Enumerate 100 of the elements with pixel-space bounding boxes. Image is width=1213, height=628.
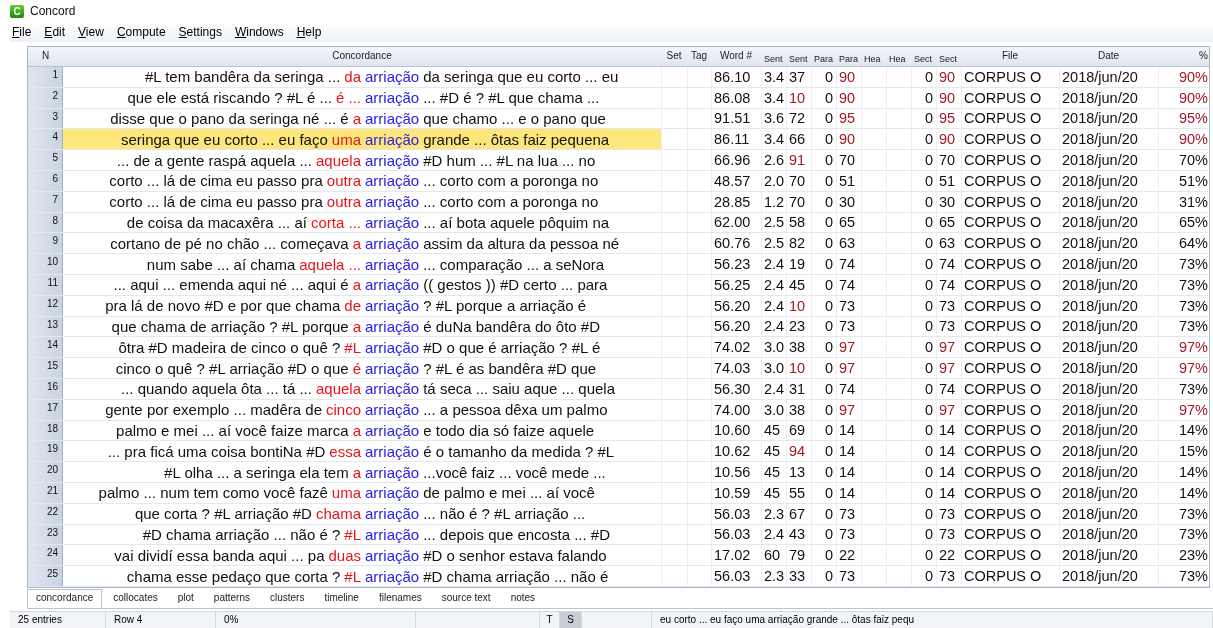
column-header[interactable]: % bbox=[1158, 47, 1211, 66]
table-cell: 13 bbox=[786, 462, 811, 482]
table-cell: 3.0 bbox=[761, 337, 786, 358]
table-cell: 90% bbox=[1158, 67, 1211, 87]
tab[interactable]: concordance bbox=[27, 588, 103, 608]
context-text: ...você faiz ... você mede ... bbox=[423, 463, 606, 481]
table-cell: CORPUS O bbox=[961, 482, 1059, 503]
table-cell: 2018/jun/20 bbox=[1059, 254, 1158, 274]
tab[interactable]: plot bbox=[168, 588, 203, 608]
table-cell: 56.20 bbox=[711, 316, 761, 337]
column-header[interactable]: Sect bbox=[936, 47, 961, 66]
context-text: ... corto com a poronga no bbox=[423, 193, 599, 211]
row-number: 18 bbox=[28, 420, 63, 441]
table-cell: 73 bbox=[836, 566, 861, 586]
table-cell: 0 bbox=[811, 399, 836, 420]
table-cell: 22 bbox=[936, 545, 961, 566]
context-text: #D hum ... #L na lua ... no bbox=[423, 151, 596, 169]
column-header[interactable]: File bbox=[961, 47, 1059, 66]
table-cell: CORPUS O bbox=[961, 566, 1059, 586]
table-cell: 0 bbox=[811, 233, 836, 254]
column-header[interactable]: Hea bbox=[886, 47, 911, 66]
table-cell: 56.03 bbox=[711, 524, 761, 545]
table-cell: 0 bbox=[811, 524, 836, 545]
search-word: arriação bbox=[365, 401, 420, 419]
tab[interactable]: collocates bbox=[104, 588, 167, 608]
table-cell: 0 bbox=[911, 129, 936, 150]
menu-item[interactable]: Settings bbox=[178, 25, 222, 39]
menu-item[interactable]: Windows bbox=[234, 25, 284, 39]
table-cell: 10 bbox=[786, 295, 811, 316]
table-cell: 14 bbox=[936, 462, 961, 482]
collocate-word: aquela ... bbox=[299, 255, 361, 273]
menu-item[interactable]: Compute bbox=[116, 25, 166, 39]
table-cell: 2.5 bbox=[761, 212, 786, 233]
column-header[interactable]: N bbox=[28, 47, 63, 66]
table-cell: 37 bbox=[786, 67, 811, 87]
context-text: gente por exemplo ... madêra de bbox=[105, 401, 322, 419]
row-number: 14 bbox=[28, 337, 63, 358]
table-cell: 58 bbox=[786, 212, 811, 233]
table-cell: 65 bbox=[936, 212, 961, 233]
column-header[interactable]: Set bbox=[661, 47, 687, 66]
table-cell: 0 bbox=[911, 212, 936, 233]
collocate-word: outra bbox=[326, 193, 361, 211]
row-number: 6 bbox=[28, 171, 63, 191]
table-cell: 0 bbox=[911, 462, 936, 482]
table-cell: 10.60 bbox=[711, 420, 761, 441]
column-header[interactable]: Date bbox=[1059, 47, 1158, 66]
tab[interactable]: clusters bbox=[261, 588, 314, 608]
table-cell: 2018/jun/20 bbox=[1059, 150, 1158, 170]
context-text: ... de a gente raspá aquela ... bbox=[116, 151, 312, 169]
table-cell: 90% bbox=[1158, 87, 1211, 108]
column-header[interactable]: Para bbox=[811, 47, 836, 66]
table-cell: 10 bbox=[786, 358, 811, 378]
table-cell: 90 bbox=[836, 129, 861, 150]
row-number: 15 bbox=[28, 358, 63, 378]
table-cell: CORPUS O bbox=[961, 171, 1059, 191]
table-cell: 0 bbox=[911, 420, 936, 441]
collocate-word: uma bbox=[331, 484, 361, 502]
search-word: arriação bbox=[365, 68, 420, 86]
tab[interactable]: source text bbox=[432, 588, 500, 608]
toggle-button[interactable]: S bbox=[560, 611, 582, 628]
column-header[interactable]: Sent bbox=[761, 47, 786, 66]
table-cell: CORPUS O bbox=[961, 212, 1059, 233]
search-word: arriação bbox=[365, 317, 420, 335]
search-word: arriação bbox=[365, 110, 420, 127]
table-cell: 10.56 bbox=[711, 462, 761, 482]
tab[interactable]: patterns bbox=[204, 588, 259, 608]
context-text: #D o senhor estava falando bbox=[423, 546, 607, 564]
table-cell: 65% bbox=[1158, 212, 1211, 233]
tab[interactable]: notes bbox=[501, 588, 545, 608]
table-cell: 73 bbox=[836, 316, 861, 337]
column-header[interactable]: Concordance bbox=[63, 47, 661, 66]
menu-item[interactable]: File bbox=[12, 25, 32, 39]
context-text: cinco o quê ? #L arriação #D o que bbox=[115, 359, 349, 377]
tab[interactable]: filenames bbox=[369, 588, 431, 608]
column-header[interactable]: Word # bbox=[711, 47, 761, 66]
menu-item[interactable]: Edit bbox=[44, 25, 66, 39]
table-cell: 73 bbox=[836, 524, 861, 545]
table-cell: 30 bbox=[836, 191, 861, 212]
context-text: (( gestos )) #D certo ... para bbox=[423, 276, 608, 294]
context-text: corto ... lá de cima eu passo pra bbox=[109, 193, 323, 211]
table-cell: 3.4 bbox=[761, 67, 786, 87]
collocate-word: duas bbox=[328, 546, 361, 564]
column-header[interactable]: Sect bbox=[911, 47, 936, 66]
column-header[interactable]: Para bbox=[836, 47, 861, 66]
table-cell: 2018/jun/20 bbox=[1059, 545, 1158, 566]
collocate-word: essa bbox=[329, 442, 361, 460]
table-cell: 2.5 bbox=[761, 233, 786, 254]
table-cell: 86.08 bbox=[711, 87, 761, 108]
tab[interactable]: timeline bbox=[315, 588, 368, 608]
row-number: 4 bbox=[28, 129, 63, 150]
menu-item[interactable]: Help bbox=[296, 25, 322, 39]
column-header[interactable]: Sent bbox=[786, 47, 811, 66]
column-header[interactable]: Tag bbox=[687, 47, 711, 66]
column-header[interactable]: Hea bbox=[861, 47, 886, 66]
table-cell: 70 bbox=[786, 191, 811, 212]
context-text: ... não é ? #L arriação ... bbox=[423, 505, 586, 523]
context-text: ... a pessoa dêxa um palmo bbox=[423, 401, 608, 419]
menu-item[interactable]: View bbox=[78, 25, 104, 39]
context-text: palmo e mei ... aí você faize marca bbox=[116, 421, 349, 439]
table-cell: CORPUS O bbox=[961, 358, 1059, 378]
